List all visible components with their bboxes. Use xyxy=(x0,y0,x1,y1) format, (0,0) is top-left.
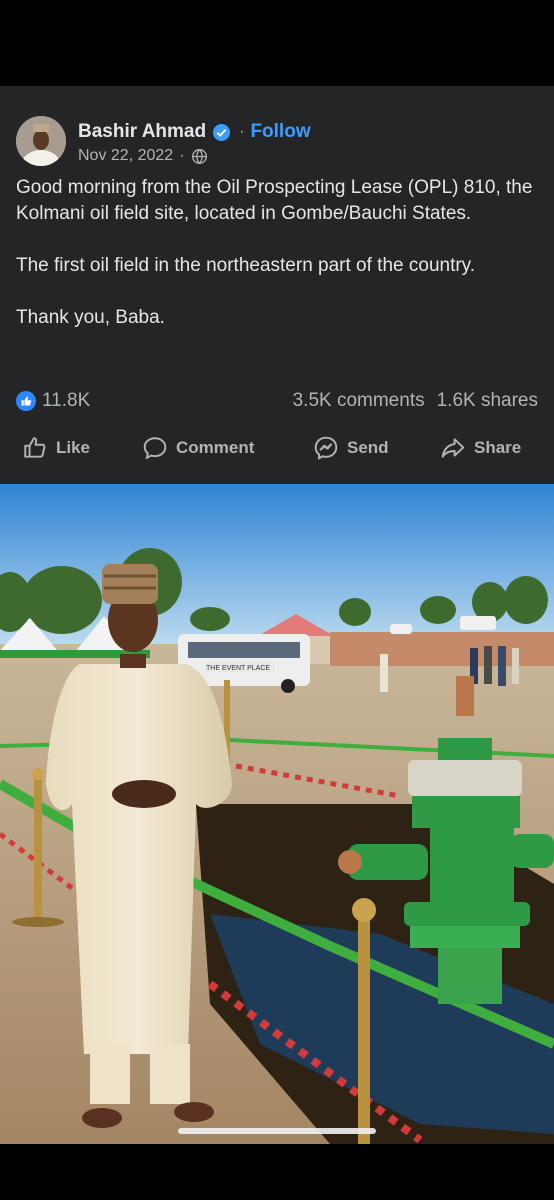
meta-separator: · xyxy=(179,147,185,164)
post-paragraph: Thank you, Baba. xyxy=(16,307,165,328)
bottom-area xyxy=(0,1144,554,1200)
author-name[interactable]: Bashir Ahmad xyxy=(78,121,206,143)
globe-icon xyxy=(191,148,208,165)
like-label: Like xyxy=(56,438,91,457)
speech-bubble-icon xyxy=(143,437,167,460)
post-meta: Nov 22, 2022 · xyxy=(78,147,208,165)
post-paragraph: The first oil field in the northeastern … xyxy=(16,255,476,276)
post-photo[interactable]: THE EVENT PLACE xyxy=(0,484,554,1144)
post-body: Good morning from the Oil Prospecting Le… xyxy=(16,175,541,357)
comment-button[interactable]: Comment xyxy=(142,435,254,461)
share-button[interactable]: Share xyxy=(440,435,521,461)
post-date[interactable]: Nov 22, 2022 xyxy=(78,147,173,165)
comment-count[interactable]: 3.5K comments xyxy=(293,390,425,412)
bus-sign: THE EVENT PLACE xyxy=(206,665,270,672)
post-actions: Like Comment Send Share xyxy=(0,432,554,464)
share-count[interactable]: 1.6K shares xyxy=(437,390,538,412)
follow-button[interactable]: Follow xyxy=(250,121,310,143)
reactions-row: 11.8K 3.5K comments 1.6K shares xyxy=(16,388,538,414)
post-paragraph: Good morning from the Oil Prospecting Le… xyxy=(16,177,533,224)
post-card: Bashir Ahmad · Follow Nov 22, 2022 · Goo… xyxy=(0,86,554,484)
like-reaction-icon xyxy=(16,391,36,411)
send-button[interactable]: Send xyxy=(313,435,389,461)
thumbs-up-icon xyxy=(24,437,46,458)
meta-separator: · xyxy=(239,123,245,140)
author-row: Bashir Ahmad · Follow xyxy=(78,119,311,145)
like-button[interactable]: Like xyxy=(22,435,90,461)
verified-badge-icon xyxy=(212,123,231,142)
share-arrow-icon xyxy=(441,438,465,458)
avatar[interactable] xyxy=(16,116,66,166)
reaction-count[interactable]: 11.8K xyxy=(42,390,90,412)
comment-label: Comment xyxy=(176,438,255,457)
send-label: Send xyxy=(347,438,389,457)
home-indicator xyxy=(178,1128,376,1134)
messenger-icon xyxy=(314,436,338,460)
status-area xyxy=(0,0,554,86)
share-label: Share xyxy=(474,438,522,457)
